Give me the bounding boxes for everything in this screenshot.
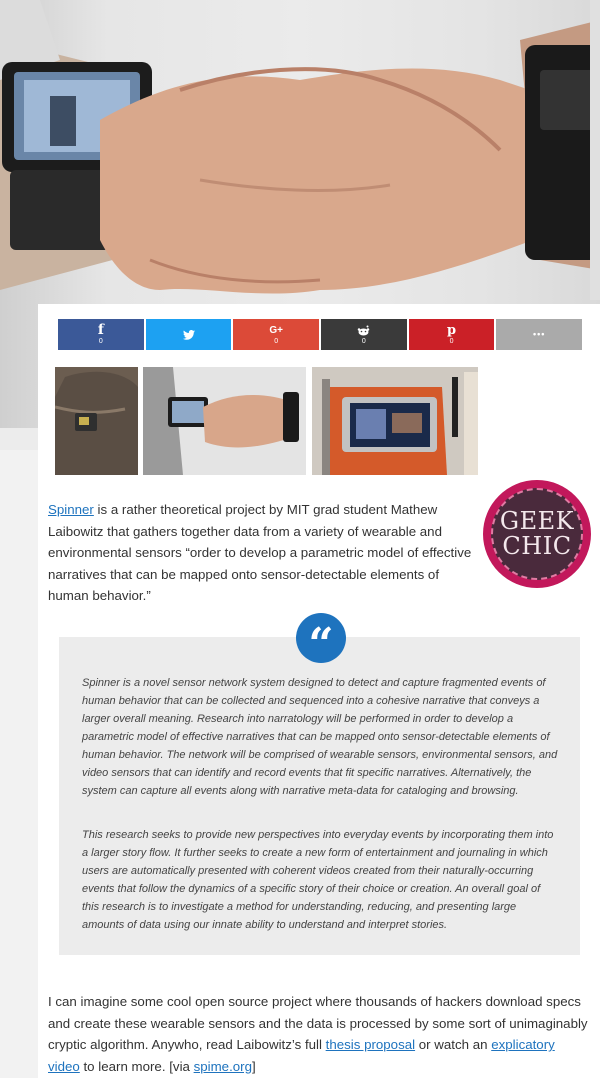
- reddit-icon: [357, 323, 370, 337]
- twitter-icon: [182, 328, 195, 342]
- thumbnail-video-device[interactable]: [312, 367, 478, 475]
- logo-text-geek: GEEK: [499, 507, 575, 535]
- quote-paragraph-1: Spinner is a novel sensor network system…: [82, 677, 558, 797]
- outro-text-2: or watch an: [415, 1037, 492, 1053]
- logo-text-chic: CHIC: [502, 532, 572, 560]
- spime-link[interactable]: spime.org: [194, 1059, 252, 1074]
- spinner-link[interactable]: Spinner: [48, 502, 94, 517]
- facebook-icon: f: [97, 321, 104, 338]
- thumbnail-image: [55, 367, 138, 475]
- pinterest-share-button[interactable]: p 0: [408, 319, 495, 350]
- thumbnail-image: [312, 367, 478, 475]
- googleplus-share-count: 0: [274, 338, 279, 345]
- pinterest-share-count: 0: [449, 338, 454, 345]
- facebook-share-count: 0: [98, 338, 103, 345]
- share-bar: f 0 G+ 0 0 p 0 •••: [58, 319, 583, 350]
- googleplus-share-button[interactable]: G+ 0: [233, 319, 320, 350]
- outro-text-3: to learn more. [via: [79, 1058, 194, 1074]
- thumbnail-image: [143, 367, 306, 475]
- outro-text-4: ]: [252, 1058, 256, 1074]
- twitter-share-button[interactable]: [145, 319, 232, 350]
- more-share-button[interactable]: •••: [496, 319, 583, 350]
- facebook-share-button[interactable]: f 0: [58, 319, 144, 350]
- quote-paragraph-2: This research seeks to provide new persp…: [82, 829, 554, 931]
- geek-chic-logo: GEEK CHIC: [483, 480, 591, 588]
- more-dots-icon: •••: [532, 329, 546, 339]
- quote-icon: “: [296, 613, 346, 667]
- thumbnail-wearable-sensor[interactable]: [55, 367, 138, 475]
- intro-paragraph: Spinner is a rather theoretical project …: [48, 499, 480, 607]
- pinterest-icon: p: [446, 322, 457, 338]
- reddit-share-button[interactable]: 0: [321, 319, 407, 350]
- outro-paragraph: I can imagine some cool open source proj…: [48, 991, 588, 1077]
- thumbnail-handshake[interactable]: [143, 367, 306, 475]
- intro-text: is a rather theoretical project by MIT g…: [48, 502, 472, 604]
- google-plus-icon: G+: [269, 324, 283, 336]
- thesis-proposal-link[interactable]: thesis proposal: [326, 1037, 415, 1052]
- reddit-share-count: 0: [361, 338, 366, 345]
- logo-inner: GEEK CHIC: [491, 488, 583, 580]
